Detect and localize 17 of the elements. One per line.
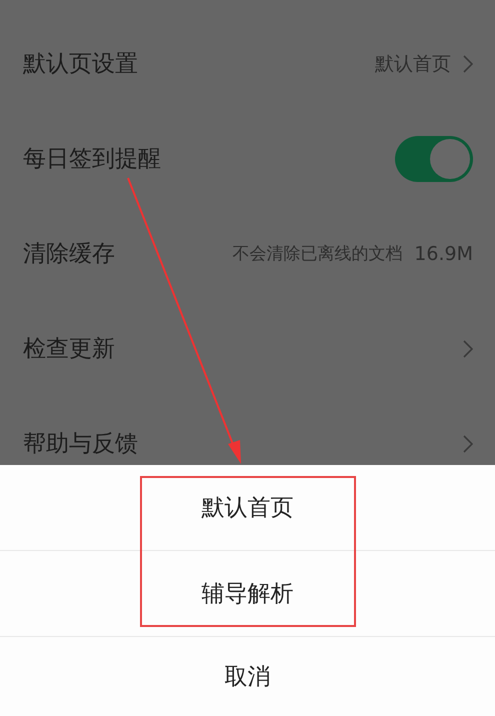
chevron-icon bbox=[463, 54, 473, 72]
chevron-icon bbox=[463, 340, 473, 358]
settings-row[interactable]: 每日签到提醒 bbox=[0, 111, 495, 206]
settings-row[interactable]: 帮助与反馈 bbox=[0, 396, 495, 465]
setting-label: 清除缓存 bbox=[23, 240, 115, 269]
settings-row[interactable]: 检查更新 bbox=[0, 301, 495, 396]
setting-label: 每日签到提醒 bbox=[23, 145, 161, 174]
setting-value: 16.9M bbox=[414, 242, 473, 264]
setting-label: 默认页设置 bbox=[23, 50, 138, 79]
toggle-switch[interactable] bbox=[395, 136, 473, 182]
settings-row[interactable]: 默认页设置 默认首页 bbox=[0, 16, 495, 111]
setting-label: 检查更新 bbox=[23, 335, 115, 364]
settings-row[interactable]: 清除缓存 不会清除已离线的文档 16.9M bbox=[0, 206, 495, 301]
setting-label: 帮助与反馈 bbox=[23, 430, 138, 459]
setting-note: 不会清除已离线的文档 bbox=[232, 243, 402, 265]
setting-value: 默认首页 bbox=[375, 52, 451, 76]
chevron-icon bbox=[463, 434, 473, 452]
